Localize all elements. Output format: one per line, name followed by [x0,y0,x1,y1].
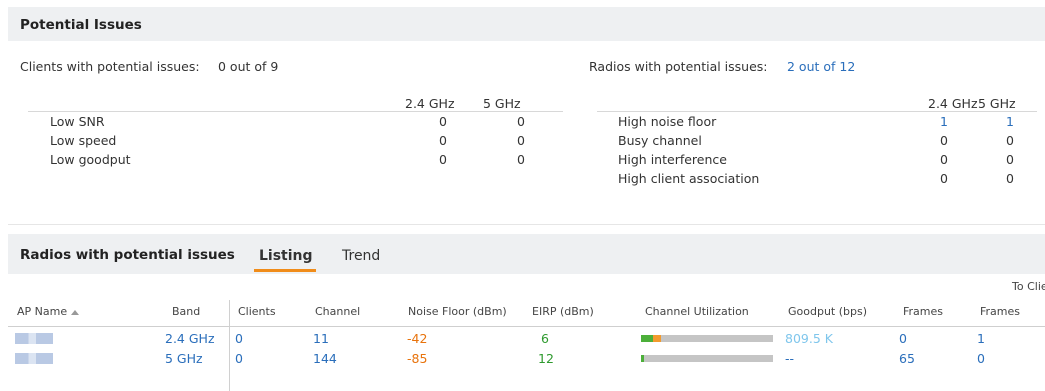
col-frames[interactable]: Frames [903,305,943,318]
channel-cell: 11 [313,331,329,346]
clients-col-5ghz: 5 GHz [483,96,521,111]
radios-issues-title: Radios with potential issues [20,247,235,263]
clients-row-value: 0 [439,133,447,148]
col-frames[interactable]: Frames [980,305,1020,318]
frames-cell[interactable]: 1 [977,331,985,346]
ap-name-redacted[interactable] [15,333,53,344]
clients-col-24ghz: 2.4 GHz [405,96,455,111]
radios-row-label: High interference [618,152,727,167]
clients-table-divider [28,111,563,112]
frames-cell[interactable]: 0 [899,331,907,346]
noise-floor-cell: -85 [407,351,428,366]
util-green-segment [641,335,653,342]
tab-listing[interactable]: Listing [259,248,313,264]
util-green-segment [641,355,644,362]
col-ap-name[interactable]: AP Name [17,305,80,318]
col-band[interactable]: Band [172,305,200,318]
clients-cell[interactable]: 0 [235,351,243,366]
radios-row-label: High client association [618,171,760,186]
frames-cell[interactable]: 0 [977,351,985,366]
potential-issues-header [8,7,1045,41]
channel-utilization-bar [641,355,773,362]
radios-issues-label: Radios with potential issues: [589,59,768,74]
col-channel[interactable]: Channel [315,305,360,318]
clients-row-label: Low goodput [50,152,131,167]
radios-col-5ghz: 5 GHz [978,96,1016,111]
clients-row-label: Low SNR [50,114,105,129]
to-clients-group-label: To Clie [1012,280,1045,293]
sort-asc-icon [71,309,80,315]
column-divider [229,300,230,391]
clients-row-value: 0 [517,133,525,148]
util-orange-segment [653,335,661,342]
clients-issues-label: Clients with potential issues: [20,59,200,74]
clients-cell[interactable]: 0 [235,331,243,346]
band-cell: 5 GHz [165,351,203,366]
radios-row-value: 0 [940,171,948,186]
potential-issues-title: Potential Issues [20,17,142,33]
radios-table-divider [597,111,1037,112]
radios-row-value: 0 [1006,171,1014,186]
radios-row-label: High noise floor [618,114,717,129]
clients-row-label: Low speed [50,133,117,148]
col-eirp[interactable]: EIRP (dBm) [532,305,594,318]
col-noise-floor[interactable]: Noise Floor (dBm) [408,305,507,318]
band-cell: 2.4 GHz [165,331,215,346]
radios-row-value-link[interactable]: 1 [924,114,964,129]
col-goodput[interactable]: Goodput (bps) [788,305,867,318]
clients-row-value: 0 [439,152,447,167]
clients-row-value: 0 [517,152,525,167]
radios-row-label: Busy channel [618,133,702,148]
frames-cell[interactable]: 65 [899,351,915,366]
goodput-cell: -- [785,351,795,366]
channel-utilization-bar [641,335,773,342]
channel-cell: 144 [313,351,337,366]
tab-listing-underline [254,269,316,272]
eirp-cell: 6 [541,331,549,346]
ap-name-redacted[interactable] [15,353,53,364]
eirp-cell: 12 [538,351,554,366]
col-ap-name-label: AP Name [17,305,68,318]
panel-bottom-border [8,224,1045,225]
clients-issues-value: 0 out of 9 [218,59,279,74]
radios-col-24ghz: 2.4 GHz [928,96,978,111]
radios-issues-link[interactable]: 2 out of 12 [787,59,855,74]
tab-trend[interactable]: Trend [342,248,380,264]
radios-row-value: 0 [1006,133,1014,148]
col-clients[interactable]: Clients [238,305,276,318]
noise-floor-cell: -42 [407,331,428,346]
header-divider [8,326,1045,327]
col-channel-utilization[interactable]: Channel Utilization [645,305,749,318]
radios-row-value: 0 [940,152,948,167]
radios-row-value: 0 [940,133,948,148]
radios-row-value-link[interactable]: 1 [990,114,1030,129]
clients-row-value: 0 [517,114,525,129]
goodput-cell: 809.5 K [785,331,833,346]
radios-row-value: 0 [1006,152,1014,167]
clients-row-value: 0 [439,114,447,129]
